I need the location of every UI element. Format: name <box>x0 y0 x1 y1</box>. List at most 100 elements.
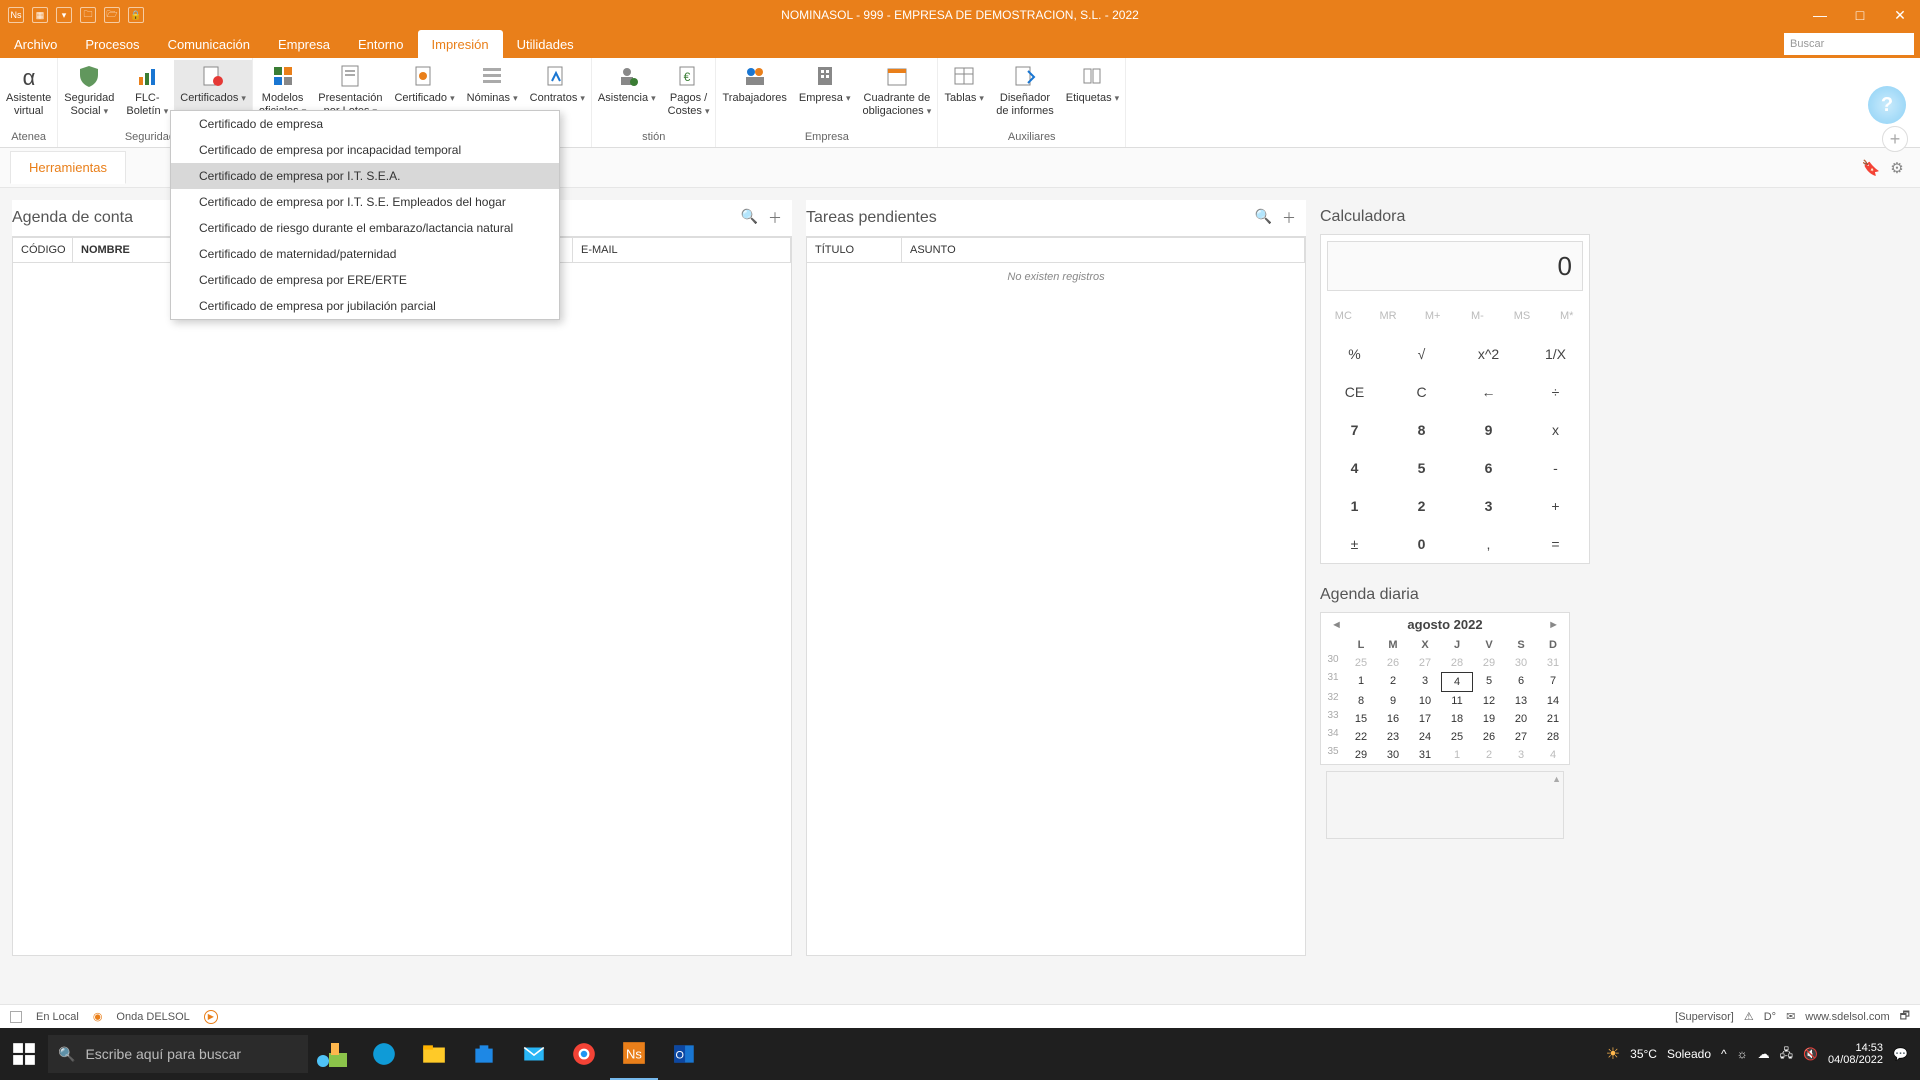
th-email[interactable]: E-MAIL <box>573 238 791 262</box>
cal-day-17[interactable]: 17 <box>1409 710 1441 728</box>
menu-utilidades[interactable]: Utilidades <box>503 30 588 58</box>
calc-key-CE[interactable]: CE <box>1321 373 1388 411</box>
cal-day-22[interactable]: 22 <box>1345 728 1377 746</box>
calc-key-3[interactable]: 3 <box>1455 487 1522 525</box>
calc-key-MS[interactable]: MS <box>1500 297 1545 335</box>
ribbon-tablas[interactable]: Tablas ▾ <box>938 60 990 131</box>
cal-day-3[interactable]: 3 <box>1505 746 1537 764</box>
calc-key-M-[interactable]: M- <box>1455 297 1500 335</box>
cal-day-26[interactable]: 26 <box>1377 654 1409 672</box>
dd-item-0[interactable]: Certificado de empresa <box>171 111 559 137</box>
settings-icon[interactable]: ⚙ <box>1888 159 1906 177</box>
cal-day-8[interactable]: 8 <box>1345 692 1377 710</box>
cal-day-30[interactable]: 30 <box>1377 746 1409 764</box>
ribbon-seguridad-social[interactable]: Seguridad Social ▾ <box>58 60 120 131</box>
calc-key-2[interactable]: 2 <box>1388 487 1455 525</box>
warning-icon[interactable]: ⚠ <box>1744 1010 1754 1023</box>
tb-nominasol-icon[interactable]: Ns <box>610 1028 658 1080</box>
cal-day-12[interactable]: 12 <box>1473 692 1505 710</box>
cal-day-21[interactable]: 21 <box>1537 710 1569 728</box>
cal-day-30[interactable]: 30 <box>1505 654 1537 672</box>
calc-key-7[interactable]: 7 <box>1321 411 1388 449</box>
cal-day-18[interactable]: 18 <box>1441 710 1473 728</box>
th-asunto[interactable]: ASUNTO <box>902 238 1305 262</box>
qat-icon-4[interactable]: 🗁 <box>104 7 120 23</box>
menu-empresa[interactable]: Empresa <box>264 30 344 58</box>
tareas-add-icon[interactable]: ＋ <box>1282 208 1296 228</box>
weather-temp[interactable]: 35°C <box>1630 1047 1657 1061</box>
cal-day-19[interactable]: 19 <box>1473 710 1505 728</box>
qat-icon-3[interactable]: 🗀 <box>80 7 96 23</box>
menu-comunicación[interactable]: Comunicación <box>154 30 264 58</box>
taskbar-search[interactable]: 🔍 Escribe aquí para buscar <box>48 1035 308 1073</box>
qat-app-icon[interactable]: Ns <box>8 7 24 23</box>
tray-network-icon[interactable]: 🖧 <box>1780 1044 1793 1065</box>
search-box[interactable]: Buscar <box>1784 33 1914 55</box>
ribbon-etiquetas[interactable]: Etiquetas ▾ <box>1060 60 1125 131</box>
calc-key-x^2[interactable]: x^2 <box>1455 335 1522 373</box>
calc-key-9[interactable]: 9 <box>1455 411 1522 449</box>
calc-key-4[interactable]: 4 <box>1321 449 1388 487</box>
dd-item-4[interactable]: Certificado de riesgo durante el embaraz… <box>171 215 559 241</box>
tareas-search-icon[interactable]: 🔍 <box>1255 208 1272 228</box>
tray-clock[interactable]: 14:53 04/08/2022 <box>1828 1042 1883 1066</box>
weather-icon[interactable]: ☀ <box>1606 1044 1620 1064</box>
tb-store-icon[interactable] <box>460 1028 508 1080</box>
calc-key-5[interactable]: 5 <box>1388 449 1455 487</box>
cal-day-1[interactable]: 1 <box>1441 746 1473 764</box>
cal-day-6[interactable]: 6 <box>1505 672 1537 692</box>
cal-day-4[interactable]: 4 <box>1537 746 1569 764</box>
calc-key-%[interactable]: % <box>1321 335 1388 373</box>
bookmark-icon[interactable]: 🔖 <box>1862 159 1880 177</box>
calc-key--[interactable]: - <box>1522 449 1589 487</box>
calc-key-±[interactable]: ± <box>1321 525 1388 563</box>
cal-day-26[interactable]: 26 <box>1473 728 1505 746</box>
calc-key-MC[interactable]: MC <box>1321 297 1366 335</box>
tb-chrome-icon[interactable] <box>560 1028 608 1080</box>
qat-icon-1[interactable]: ▦ <box>32 7 48 23</box>
calc-key-+[interactable]: + <box>1522 487 1589 525</box>
cal-day-31[interactable]: 31 <box>1409 746 1441 764</box>
th-codigo[interactable]: CÓDIGO <box>13 238 73 262</box>
menu-procesos[interactable]: Procesos <box>71 30 153 58</box>
notes-scroll-icon[interactable]: ▲ <box>1552 774 1561 784</box>
cal-day-27[interactable]: 27 <box>1505 728 1537 746</box>
ribbon-flc-bolet-n[interactable]: FLC- Boletín ▾ <box>120 60 174 131</box>
cal-day-3[interactable]: 3 <box>1409 672 1441 692</box>
cal-day-7[interactable]: 7 <box>1537 672 1569 692</box>
agenda-notes[interactable]: ▲ <box>1326 771 1564 839</box>
dd-item-5[interactable]: Certificado de maternidad/paternidad <box>171 241 559 267</box>
tb-explorer-icon[interactable] <box>410 1028 458 1080</box>
tray-volume-icon[interactable]: 🔇 <box>1803 1047 1818 1061</box>
cal-day-29[interactable]: 29 <box>1345 746 1377 764</box>
help-button[interactable]: ? <box>1868 86 1906 124</box>
add-tab-button[interactable]: + <box>1882 126 1908 152</box>
tray-onedrive-icon[interactable]: ☁ <box>1758 1047 1770 1061</box>
maximize-button[interactable]: □ <box>1840 0 1880 30</box>
cal-day-27[interactable]: 27 <box>1409 654 1441 672</box>
cal-day-2[interactable]: 2 <box>1377 672 1409 692</box>
subtab-herramientas[interactable]: Herramientas <box>10 151 126 184</box>
tray-notifications-icon[interactable]: 💬 <box>1893 1047 1908 1061</box>
menu-archivo[interactable]: Archivo <box>0 30 71 58</box>
cal-prev-button[interactable]: ◄ <box>1331 619 1342 631</box>
ribbon-dise-ador-de-informes[interactable]: Diseñador de informes <box>990 60 1059 131</box>
cal-day-29[interactable]: 29 <box>1473 654 1505 672</box>
cal-next-button[interactable]: ► <box>1548 619 1559 631</box>
qat-lock-icon[interactable]: 🔒 <box>128 7 144 23</box>
qat-icon-2[interactable]: ▾ <box>56 7 72 23</box>
dd-item-3[interactable]: Certificado de empresa por I.T. S.E. Emp… <box>171 189 559 215</box>
ribbon-asistencia[interactable]: Asistencia ▾ <box>592 60 662 131</box>
local-checkbox[interactable] <box>10 1011 22 1023</box>
tb-edge-icon[interactable] <box>360 1028 408 1080</box>
calc-key-←[interactable]: ← <box>1455 373 1522 411</box>
cal-day-25[interactable]: 25 <box>1345 654 1377 672</box>
cal-day-11[interactable]: 11 <box>1441 692 1473 710</box>
minimize-button[interactable]: — <box>1800 0 1840 30</box>
cal-day-5[interactable]: 5 <box>1473 672 1505 692</box>
cal-day-14[interactable]: 14 <box>1537 692 1569 710</box>
tb-mail-icon[interactable] <box>510 1028 558 1080</box>
tray-chevron-icon[interactable]: ^ <box>1721 1047 1727 1061</box>
ribbon-empresa[interactable]: Empresa ▾ <box>793 60 857 131</box>
tb-outlook-icon[interactable]: O <box>660 1028 708 1080</box>
